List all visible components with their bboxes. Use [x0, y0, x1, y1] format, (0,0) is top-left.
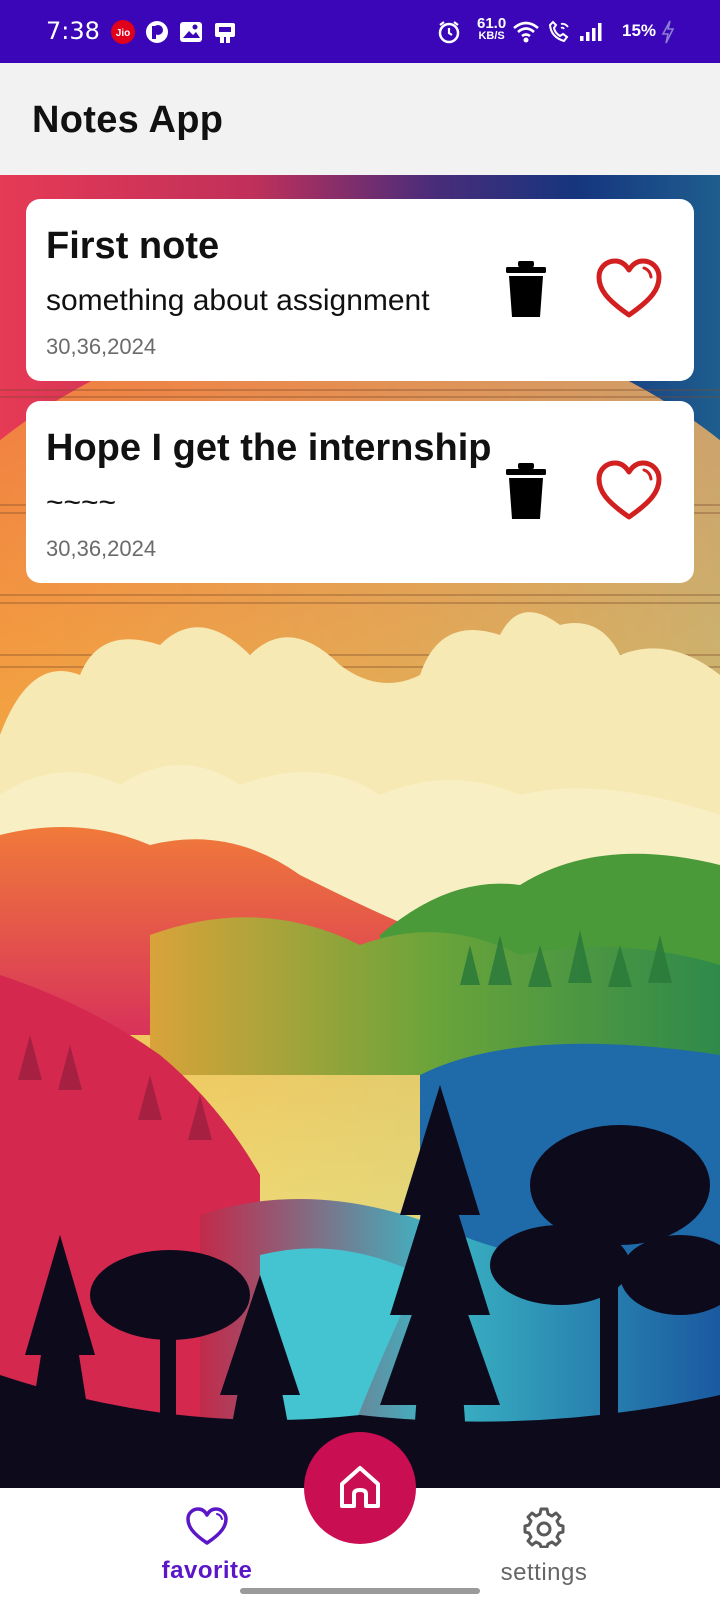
status-bar: 7:38 Jio 61.0 KB/S 15%	[0, 0, 720, 63]
home-button[interactable]	[304, 1432, 416, 1544]
note-title: First note	[46, 225, 220, 267]
gear-icon	[523, 1507, 565, 1549]
status-time: 7:38	[46, 17, 100, 45]
nav-settings-label: settings	[500, 1559, 588, 1586]
heart-icon	[596, 258, 662, 318]
delete-button[interactable]	[502, 461, 550, 521]
network-speed-unit: KB/S	[478, 30, 505, 42]
gesture-bar	[240, 1588, 480, 1594]
note-date: 30,36,2024	[46, 536, 157, 561]
page-title: Notes App	[32, 99, 224, 141]
heart-icon	[596, 460, 662, 520]
trash-icon	[506, 261, 546, 317]
battery-charging-icon	[660, 19, 676, 45]
nav-settings[interactable]: settings	[444, 1506, 644, 1587]
delete-button[interactable]	[502, 259, 550, 319]
gallery-icon	[178, 19, 204, 45]
wifi-call-icon	[546, 19, 572, 45]
note-card[interactable]: First note something about assignment 30…	[26, 199, 694, 381]
note-date: 30,36,2024	[46, 334, 157, 359]
wifi-icon	[512, 19, 539, 45]
alarm-icon	[436, 19, 462, 45]
jio-icon: Jio	[110, 19, 136, 45]
app-bar: Notes App	[0, 63, 720, 175]
note-card[interactable]: Hope I get the internship ~~~~ 30,36,202…	[26, 401, 694, 583]
signal-icon	[578, 19, 604, 45]
favorite-button[interactable]	[596, 257, 662, 323]
jio-badge-text: Jio	[116, 28, 130, 39]
note-body: ~~~~	[46, 486, 117, 519]
favorite-button[interactable]	[596, 459, 662, 525]
nav-favorite-label: favorite	[161, 1557, 253, 1584]
heart-outline-icon	[186, 1507, 228, 1545]
trash-icon	[506, 463, 546, 519]
notification-icon	[144, 19, 170, 45]
battery-percent: 15%	[622, 21, 657, 40]
note-body: something about assignment	[46, 284, 430, 317]
home-icon	[340, 1466, 380, 1508]
app-icon	[212, 19, 238, 45]
network-speed: 61.0 KB/S	[477, 16, 506, 43]
note-title: Hope I get the internship	[46, 427, 492, 469]
nav-favorite[interactable]: favorite	[107, 1506, 307, 1585]
